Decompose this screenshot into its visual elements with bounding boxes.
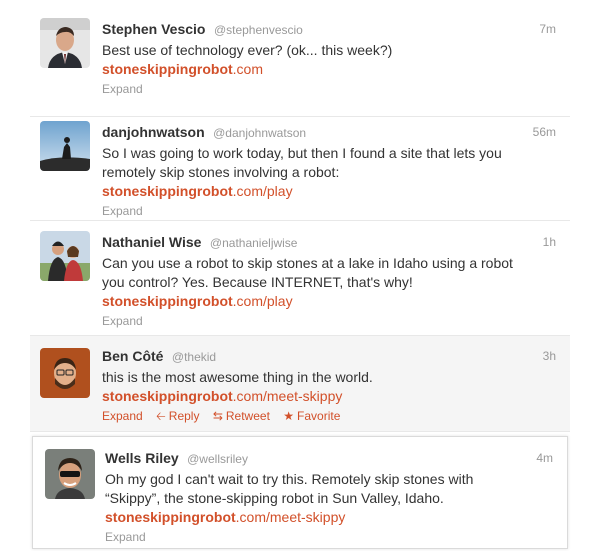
tweet-actions: Expand (102, 81, 558, 98)
reply-label: Reply (168, 409, 200, 423)
tweet-actions: Expand (105, 529, 555, 546)
tweet-text-line: “Skippy”, the stone-skipping robot in Su… (105, 490, 444, 506)
tweet-timestamp[interactable]: 3h (543, 347, 556, 365)
retweet-icon: ⇆ (212, 409, 223, 423)
tweet-timestamp[interactable]: 56m (533, 123, 556, 141)
tweet-text: this is the most awesome thing in the wo… (102, 368, 558, 387)
tweet-actions: Expand (102, 203, 558, 220)
tweet-item[interactable]: danjohnwatson @danjohnwatson 56m So I wa… (30, 117, 570, 221)
tweet-item[interactable]: Wells Riley @wellsriley 4m Oh my god I c… (32, 436, 568, 549)
tweet-author-name[interactable]: danjohnwatson (102, 124, 205, 140)
avatar[interactable] (40, 231, 90, 281)
tweet-actions: Expand 🡠 Reply ⇆ Retweet ★ Favorite (102, 408, 558, 425)
link-domain[interactable]: stoneskippingrobot (102, 293, 233, 309)
tweet-timestamp[interactable]: 1h (543, 233, 556, 251)
tweet-text: So I was going to work today, but then I… (102, 144, 558, 182)
link-path[interactable]: .com/meet-skippy (236, 509, 346, 525)
tweet-item[interactable]: Nathaniel Wise @nathanieljwise 1h Can yo… (30, 221, 570, 336)
expand-link[interactable]: Expand (105, 530, 146, 544)
avatar[interactable] (40, 121, 90, 171)
tweet-link[interactable]: stoneskippingrobot.com (102, 60, 558, 79)
tweet-timestamp[interactable]: 4m (536, 449, 553, 467)
tweet-text: Oh my god I can't wait to try this. Remo… (105, 470, 555, 508)
link-path[interactable]: .com (233, 61, 263, 77)
tweet-username[interactable]: @thekid (172, 350, 216, 364)
avatar[interactable] (40, 348, 90, 398)
tweet-text-line: remotely skip stones involving a robot: (102, 164, 340, 180)
tweet-author-name[interactable]: Nathaniel Wise (102, 234, 201, 250)
tweet-link[interactable]: stoneskippingrobot.com/meet-skippy (105, 508, 555, 527)
tweet-author-name[interactable]: Ben Côté (102, 348, 163, 364)
expand-link[interactable]: Expand (102, 204, 143, 218)
tweet-username[interactable]: @stephenvescio (214, 23, 303, 37)
avatar[interactable] (40, 18, 90, 68)
link-domain[interactable]: stoneskippingrobot (105, 509, 236, 525)
link-path[interactable]: .com/play (233, 293, 293, 309)
expand-link[interactable]: Expand (102, 82, 143, 96)
favorite-button[interactable]: ★ Favorite (283, 409, 340, 423)
tweet-actions: Expand (102, 313, 558, 330)
avatar[interactable] (45, 449, 95, 499)
tweet-username[interactable]: @danjohnwatson (213, 126, 306, 140)
tweet-link[interactable]: stoneskippingrobot.com/meet-skippy (102, 387, 558, 406)
tweet-text-line: Best use of technology ever? (ok... this… (102, 42, 393, 58)
link-path[interactable]: .com/play (233, 183, 293, 199)
star-icon: ★ (283, 409, 295, 423)
link-domain[interactable]: stoneskippingrobot (102, 388, 233, 404)
expand-link[interactable]: Expand (102, 409, 143, 423)
tweet-link[interactable]: stoneskippingrobot.com/play (102, 292, 558, 311)
expand-link[interactable]: Expand (102, 314, 143, 328)
tweet-text-line: So I was going to work today, but then I… (102, 145, 502, 161)
tweet-text: Best use of technology ever? (ok... this… (102, 41, 558, 60)
tweet-item[interactable]: Ben Côté @thekid 3h this is the most awe… (30, 336, 570, 432)
link-domain[interactable]: stoneskippingrobot (102, 61, 233, 77)
reply-button[interactable]: 🡠 Reply (156, 409, 203, 423)
tweet-timestamp[interactable]: 7m (539, 20, 556, 38)
link-domain[interactable]: stoneskippingrobot (102, 183, 233, 199)
tweet-link[interactable]: stoneskippingrobot.com/play (102, 182, 558, 201)
tweet-text-line: you control? Yes. Because INTERNET, that… (102, 274, 413, 290)
favorite-label: Favorite (297, 409, 341, 423)
tweet-text: Can you use a robot to skip stones at a … (102, 254, 558, 292)
link-path[interactable]: .com/meet-skippy (233, 388, 343, 404)
reply-arrow-icon: 🡠 (156, 409, 166, 423)
retweet-button[interactable]: ⇆ Retweet (213, 409, 273, 423)
tweet-author-name[interactable]: Stephen Vescio (102, 21, 205, 37)
tweet-text-line: Oh my god I can't wait to try this. Remo… (105, 471, 474, 487)
tweet-author-name[interactable]: Wells Riley (105, 450, 179, 466)
tweet-username[interactable]: @nathanieljwise (210, 236, 298, 250)
retweet-label: Retweet (225, 409, 270, 423)
tweet-text-line: Can you use a robot to skip stones at a … (102, 255, 513, 271)
tweet-item[interactable]: Stephen Vescio @stephenvescio 7m Best us… (30, 12, 570, 117)
tweet-username[interactable]: @wellsriley (187, 452, 248, 466)
tweet-text-line: this is the most awesome thing in the wo… (102, 369, 373, 385)
